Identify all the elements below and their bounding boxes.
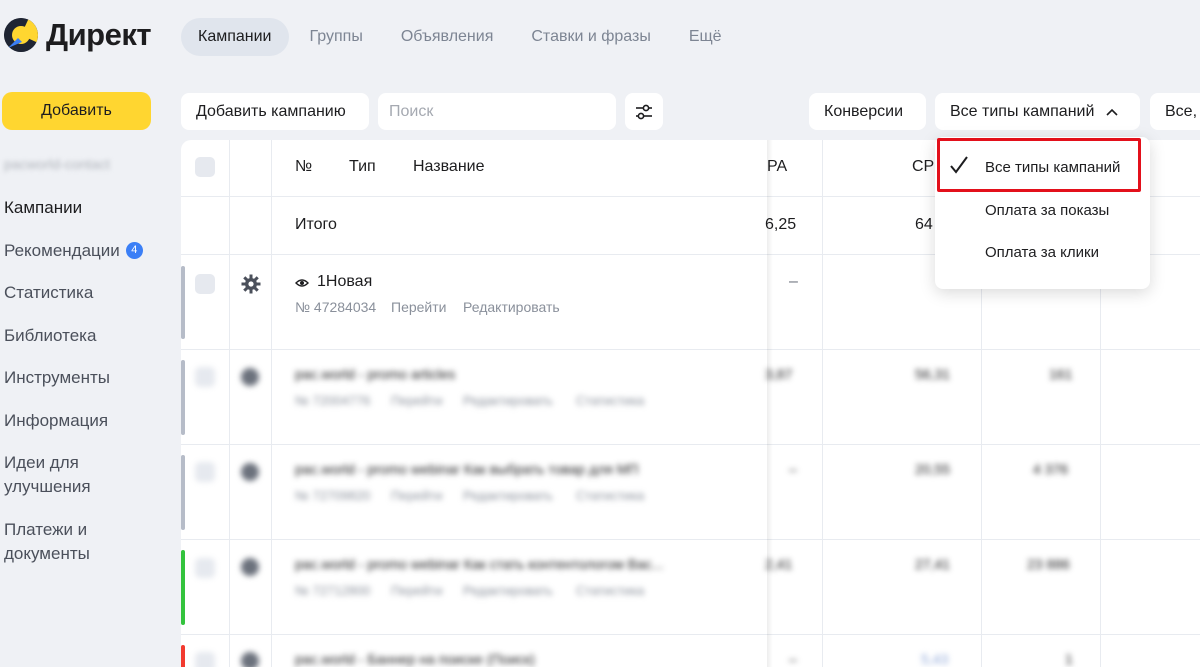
totals-cpc: 64 xyxy=(915,216,933,233)
go-link[interactable]: Перейти xyxy=(391,488,443,503)
tab-campaigns[interactable]: Кампании xyxy=(181,18,289,56)
status-bar xyxy=(181,550,185,625)
row-extra: 4 376 xyxy=(1033,461,1069,477)
column-header-name[interactable]: Название xyxy=(413,158,485,176)
recommendations-badge: 4 xyxy=(125,242,143,259)
selection-highlight-box xyxy=(937,138,1141,192)
campaign-name[interactable]: 1Новая xyxy=(317,273,372,291)
sidebar-item-payments[interactable]: Платежи и документы xyxy=(4,518,114,566)
sidebar-item-information[interactable]: Информация xyxy=(4,409,174,433)
eye-icon xyxy=(295,279,309,287)
column-header-number[interactable]: № xyxy=(295,158,312,176)
sidebar-item-label: Инструменты xyxy=(4,368,111,387)
totals-label: Итого xyxy=(295,216,337,233)
menu-item-pay-per-click[interactable]: Оплата за клики xyxy=(985,244,1099,261)
stats-link[interactable]: Статистика xyxy=(576,488,644,503)
account-name[interactable]: pacworld-contact xyxy=(4,156,110,172)
row-cpc: 20,55 xyxy=(915,461,951,477)
row-extra: 161 xyxy=(1049,366,1073,382)
direct-logo-icon xyxy=(4,18,38,52)
status-filter-dropdown[interactable]: Все, xyxy=(1150,93,1200,130)
row-extra: 23 886 xyxy=(1027,556,1070,572)
row-checkbox[interactable] xyxy=(195,558,215,578)
status-bar xyxy=(181,266,185,339)
go-link[interactable]: Перейти xyxy=(391,393,443,408)
campaign-name[interactable]: pac.world - Баннер на поиске (Поиск) xyxy=(295,651,535,667)
tab-ads[interactable]: Объявления xyxy=(384,18,511,56)
sidebar-item-recommendations[interactable]: Рекомендации 4 xyxy=(4,239,174,263)
row-cpc: 56,31 xyxy=(915,366,951,382)
menu-item-pay-per-impression[interactable]: Оплата за показы xyxy=(985,202,1109,219)
row-cpa: – xyxy=(789,273,798,290)
status-bar xyxy=(181,645,185,667)
stats-link[interactable]: Статистика xyxy=(576,393,644,408)
add-campaign-button[interactable]: Добавить кампанию xyxy=(181,93,369,130)
sidebar-item-ideas[interactable]: Идеи для улучшения xyxy=(4,451,114,499)
sidebar-item-label: Идеи для улучшения xyxy=(4,453,91,496)
status-bar xyxy=(181,455,185,530)
campaign-name[interactable]: pac.world - promo webinar Как стать конт… xyxy=(295,556,663,572)
edit-link[interactable]: Редактировать xyxy=(463,488,553,503)
sidebar-item-label: Библиотека xyxy=(4,325,97,345)
sidebar-navigation: Кампании Рекомендации 4 Статистика Библи… xyxy=(4,196,174,584)
row-cpa: – xyxy=(789,461,797,477)
edit-link[interactable]: Редактировать xyxy=(463,299,560,315)
row-checkbox[interactable] xyxy=(195,274,215,294)
tab-bids-phrases[interactable]: Ставки и фразы xyxy=(514,18,667,56)
sidebar-item-tools[interactable]: Инструменты xyxy=(4,366,174,390)
sidebar-item-label: Статистика xyxy=(4,283,94,302)
row-checkbox[interactable] xyxy=(195,367,215,387)
go-link[interactable]: Перейти xyxy=(391,583,443,598)
campaign-id: № 47284034 xyxy=(295,299,377,315)
sidebar-item-label: Информация xyxy=(4,410,109,430)
status-bar xyxy=(181,360,185,435)
go-link[interactable]: Перейти xyxy=(391,299,446,315)
filter-settings-button[interactable] xyxy=(625,93,663,130)
campaign-name[interactable]: pac.world - promo webinar Как выбрать то… xyxy=(295,461,639,477)
row-checkbox[interactable] xyxy=(195,652,215,667)
row-extra: 1 xyxy=(1065,651,1073,667)
gear-icon[interactable] xyxy=(241,652,259,667)
top-navigation: Кампании Группы Объявления Ставки и фраз… xyxy=(181,18,743,56)
frozen-column-shadow xyxy=(767,140,773,667)
gear-icon[interactable] xyxy=(241,463,259,481)
row-cpc: 27,41 xyxy=(915,556,951,572)
search-input[interactable] xyxy=(378,93,616,130)
edit-link[interactable]: Редактировать xyxy=(463,393,553,408)
sidebar-item-label: Рекомендации xyxy=(4,240,120,260)
sidebar-item-label: Платежи и документы xyxy=(4,519,90,563)
gear-icon[interactable] xyxy=(241,558,259,576)
edit-link[interactable]: Редактировать xyxy=(463,583,553,598)
campaign-id: № 72712800 xyxy=(295,583,371,598)
logo-text: Директ xyxy=(46,17,152,52)
app-logo[interactable]: Директ xyxy=(4,17,152,53)
row-cpc: 5,43 xyxy=(921,651,949,667)
column-header-cpc[interactable]: CP xyxy=(912,158,934,176)
sidebar-item-library[interactable]: Библиотека xyxy=(4,324,174,348)
gear-icon[interactable] xyxy=(241,274,261,294)
sidebar-item-statistics[interactable]: Статистика xyxy=(4,281,174,305)
chevron-up-icon xyxy=(1106,108,1118,116)
sidebar-item-campaigns[interactable]: Кампании xyxy=(4,196,174,220)
campaign-id: № 72709820 xyxy=(295,488,371,503)
tab-more[interactable]: Ещё xyxy=(672,18,739,56)
gear-icon[interactable] xyxy=(241,368,259,386)
select-all-checkbox[interactable] xyxy=(195,157,215,177)
campaign-types-dropdown[interactable]: Все типы кампаний xyxy=(935,93,1140,130)
campaign-name[interactable]: pac.world - promo articles xyxy=(295,366,455,382)
campaign-types-label: Все типы кампаний xyxy=(950,102,1095,120)
row-checkbox[interactable] xyxy=(195,462,215,482)
row-cpa: – xyxy=(789,651,797,667)
conversions-button[interactable]: Конверсии xyxy=(809,93,926,130)
campaign-id: № 72004776 xyxy=(295,393,371,408)
column-header-type[interactable]: Тип xyxy=(349,158,376,176)
add-button[interactable]: Добавить xyxy=(2,92,151,130)
tab-groups[interactable]: Группы xyxy=(293,18,380,56)
stats-link[interactable]: Статистика xyxy=(576,583,644,598)
sliders-icon xyxy=(636,104,652,119)
sidebar-item-label: Кампании xyxy=(4,198,83,217)
